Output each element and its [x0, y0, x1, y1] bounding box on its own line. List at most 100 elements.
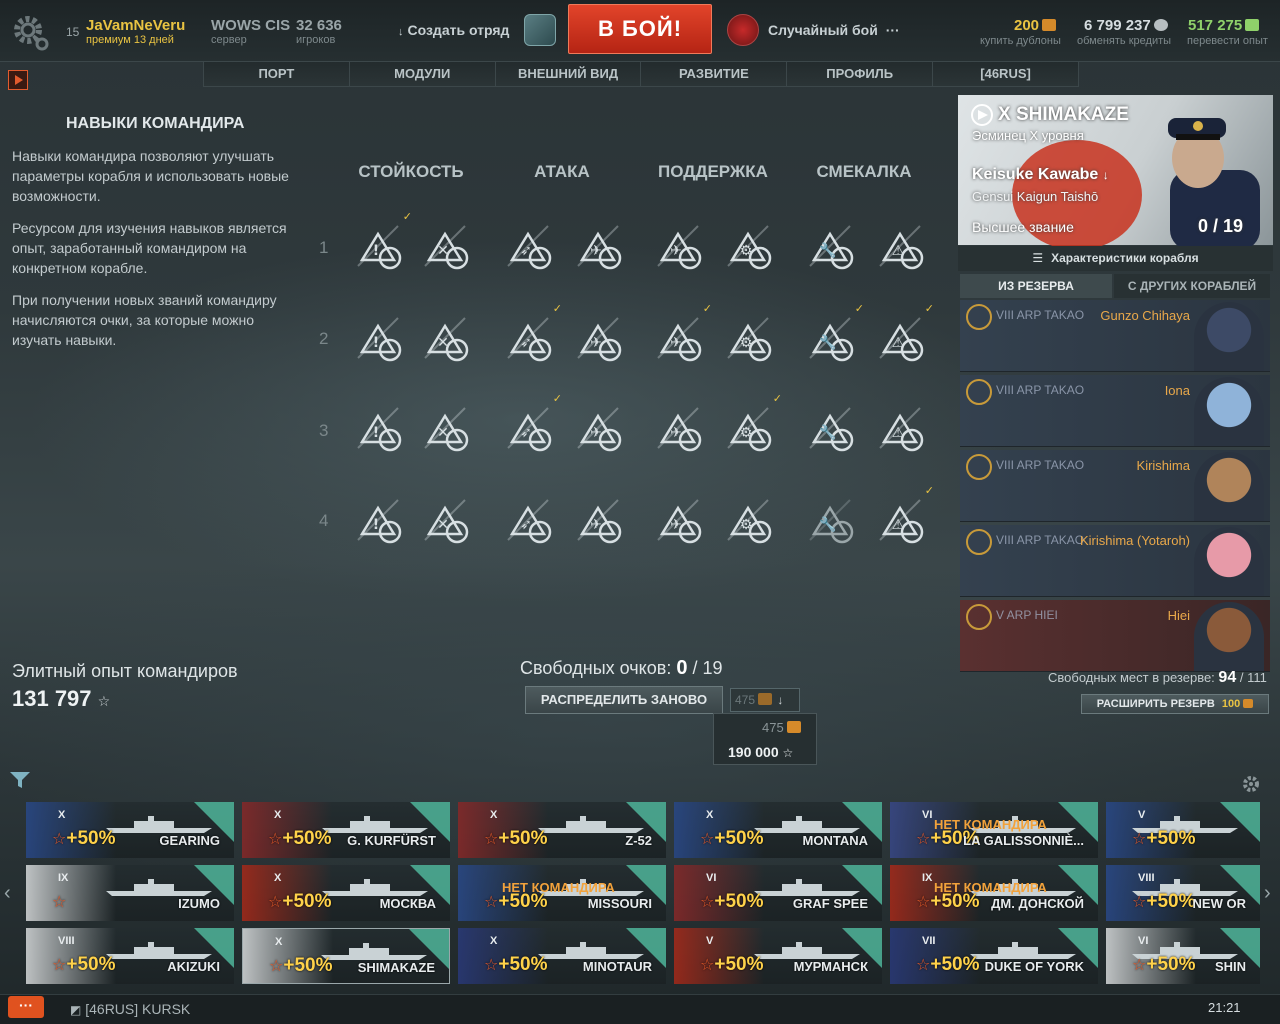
ship-card[interactable]: VIII ☆+50% AKIZUKI — [26, 928, 234, 984]
skill-advanced-firing-training-icon[interactable]: ✈ — [648, 490, 708, 550]
skill-engine-boost-icon[interactable]: ⚠ ✓ — [870, 303, 934, 368]
skill-expert-marksman-icon[interactable]: ➶ — [498, 216, 558, 276]
skill-adrenaline-rush-icon[interactable]: ⚠ — [870, 398, 930, 458]
ship-card[interactable]: X ☆+50% G. KURFÜRST — [242, 802, 450, 858]
tab-from-reserve[interactable]: ИЗ РЕЗЕРВА — [960, 274, 1112, 298]
reset-skills-button[interactable]: РАСПРЕДЕЛИТЬ ЗАНОВО — [525, 686, 723, 714]
skill-manual-secondary-icon[interactable]: ➶ — [498, 490, 558, 550]
ship-card[interactable]: V ☆+50% МУРМАНСК — [674, 928, 882, 984]
tab-from-other-ships[interactable]: С ДРУГИХ КОРАБЛЕЙ — [1114, 274, 1270, 298]
skill-priority-target-icon[interactable]: ! ✓ — [348, 211, 412, 276]
ship-card[interactable]: IX ☆ IZUMO — [26, 865, 234, 921]
ship-card[interactable]: VII ☆+50% DUKE OF YORK — [890, 928, 1098, 984]
chevron-down-icon: ↓ — [398, 26, 404, 38]
skill-last-stand-icon[interactable]: ✕ — [415, 308, 475, 368]
ship-card[interactable]: X ☆+50% SHIMAKAZE — [242, 928, 450, 984]
skill-survivability-expert-icon[interactable]: ✕ — [415, 398, 475, 458]
ship-stats-button[interactable]: ☰ Характеристики корабля — [958, 246, 1273, 271]
reserve-commander-card[interactable]: VIII ARP TAKAO Kirishima — [960, 450, 1270, 522]
tab-clan[interactable]: [46RUS] — [933, 62, 1078, 86]
reserve-commander-card[interactable]: VIII ARP TAKAO Iona — [960, 375, 1270, 447]
ship-card[interactable]: X ☆+50% MINOTAUR — [458, 928, 666, 984]
squad-icon[interactable] — [524, 14, 556, 46]
skill-jack-of-all-trades-icon[interactable]: ! — [348, 490, 408, 550]
commander-badge-icon — [966, 304, 992, 330]
skill-radio-location-icon[interactable]: 🔧 — [800, 490, 860, 550]
skill-air-supremacy-icon[interactable]: ✈ — [648, 216, 708, 276]
reserve-commander-card[interactable]: VIII ARP TAKAO Gunzo Chihaya — [960, 300, 1270, 372]
skill-fighter-icon[interactable]: ✈ — [568, 216, 628, 276]
commander-badge-icon — [966, 379, 992, 405]
popup-doubloon-cost[interactable]: 475 — [762, 720, 801, 735]
skill-superintendent-icon[interactable]: ! — [348, 398, 408, 458]
ship-card[interactable]: X ☆+50% GEARING — [26, 802, 234, 858]
skill-inertia-fuse-icon[interactable]: ⚠ ✓ — [870, 485, 934, 550]
bonus-star-icon: ☆ — [916, 831, 931, 848]
ship-card[interactable]: VI ☆+50% НЕТ КОМАНДИРА LA GALISSONNIÈ... — [890, 802, 1098, 858]
exchange-credits-link[interactable]: обменять кредиты — [1077, 35, 1171, 47]
skill-aa-icon[interactable]: ⚙ — [718, 216, 778, 276]
clan-label[interactable]: ◩ [46RUS] KURSK — [70, 1001, 190, 1017]
skill-aircraft-armor-icon[interactable]: ⚙ ✓ — [718, 393, 782, 458]
skill-manual-aa-icon[interactable]: ⚙ — [718, 490, 778, 550]
create-squad-button[interactable]: ↓ Создать отряд — [398, 22, 509, 38]
popup-xp-cost[interactable]: 190 000 ☆ — [728, 744, 793, 760]
ship-silhouette — [322, 816, 428, 833]
ship-name: МУРМАНСК — [793, 959, 868, 974]
popup-xp-value: 190 000 — [728, 744, 779, 760]
convert-xp-link[interactable]: перевести опыт — [1187, 35, 1268, 47]
skill-demolition-expert-icon[interactable]: ➶ ✓ — [498, 393, 562, 458]
carousel-right-arrow[interactable]: › — [1264, 882, 1271, 905]
battle-button[interactable]: В БОЙ! — [568, 4, 712, 54]
skill-basic-firing-training-icon[interactable]: ✈ — [648, 398, 708, 458]
settings-gear-icon[interactable] — [1241, 774, 1261, 794]
ship-card[interactable]: ☆+50% НЕТ КОМАНДИРА MISSOURI — [458, 865, 666, 921]
ship-card[interactable]: VI ☆+50% SHIN — [1106, 928, 1260, 984]
ship-card[interactable]: V ☆+50% — [1106, 802, 1260, 858]
skill-basics-of-survivability-icon[interactable]: ! — [348, 308, 408, 368]
battle-mode-selector[interactable]: Случайный бой ··· — [768, 22, 900, 38]
ship-card[interactable]: VI ☆+50% GRAF SPEE — [674, 865, 882, 921]
skill-torpedo-armament-icon[interactable]: ⚠ — [870, 216, 930, 276]
play-video-icon[interactable] — [8, 70, 28, 90]
skill-dogfighting-icon[interactable]: ✈ — [568, 490, 628, 550]
reset-cost-dropdown[interactable]: 475 ↓ — [730, 688, 800, 712]
skill-high-alert-icon[interactable]: ✈ ✓ — [648, 303, 712, 368]
ship-card[interactable]: VIII ☆+50% NEW OR — [1106, 865, 1260, 921]
skill-torpedo-reload-icon[interactable]: 🔧 ✓ — [800, 303, 864, 368]
filter-icon[interactable] — [9, 771, 31, 789]
tab-development[interactable]: РАЗВИТИЕ — [641, 62, 788, 86]
skill-fire-prevention-icon[interactable]: ✕ — [415, 490, 475, 550]
reserve-commander-name: Hiei — [1167, 608, 1190, 623]
row-number-1: 1 — [319, 238, 329, 257]
random-battle-icon[interactable] — [727, 14, 759, 46]
skill-preventive-maintenance-icon[interactable]: ✕ — [415, 216, 475, 276]
skill-torpedo-acceleration-icon[interactable]: ✈ — [568, 308, 628, 368]
captain-name[interactable]: Keisuke Kawabe ↓ — [972, 166, 1109, 184]
expand-reserve-button[interactable]: РАСШИРИТЬ РЕЗЕРВ 100 — [1081, 694, 1269, 714]
gear-icon[interactable] — [10, 12, 50, 52]
carousel-left-arrow[interactable]: ‹ — [4, 882, 11, 905]
commander-portrait — [1194, 452, 1264, 521]
more-options-icon[interactable]: ··· — [886, 22, 900, 38]
skill-fire-icon[interactable]: ✈ — [568, 398, 628, 458]
reserve-commander-card[interactable]: VIII ARP TAKAO Kirishima (Yotaroh) — [960, 525, 1270, 597]
skill-concealment-icon[interactable]: 🔧 — [800, 398, 860, 458]
ship-card[interactable]: X ☆+50% МОСКВА — [242, 865, 450, 921]
no-commander-label: НЕТ КОМАНДИРА — [502, 880, 615, 895]
chevron-down-icon[interactable]: ↓ — [1103, 168, 1109, 182]
tab-modules[interactable]: МОДУЛИ — [350, 62, 496, 86]
chat-button[interactable]: ··· — [8, 996, 44, 1018]
tab-profile[interactable]: ПРОФИЛЬ — [787, 62, 934, 86]
ship-card[interactable]: X ☆+50% MONTANA — [674, 802, 882, 858]
ship-card[interactable]: X ☆+50% Z-52 — [458, 802, 666, 858]
reserve-commander-card[interactable]: V ARP HIEI Hiei — [960, 600, 1270, 672]
tab-appearance[interactable]: ВНЕШНИЙ ВИД — [496, 62, 642, 86]
skill-sight-stabilization-icon[interactable]: ⚙ — [718, 308, 778, 368]
buy-doubloons-link[interactable]: купить дублоны — [980, 35, 1061, 47]
skill-incoming-fire-alert-icon[interactable]: 🔧 — [800, 216, 860, 276]
username[interactable]: JaVamNeVeru — [86, 17, 185, 34]
skill-expert-loader-icon[interactable]: ➶ ✓ — [498, 303, 562, 368]
tab-port[interactable]: ПОРТ — [204, 62, 350, 86]
ship-card[interactable]: IX ☆+50% НЕТ КОМАНДИРА ДМ. ДОНСКОЙ — [890, 865, 1098, 921]
